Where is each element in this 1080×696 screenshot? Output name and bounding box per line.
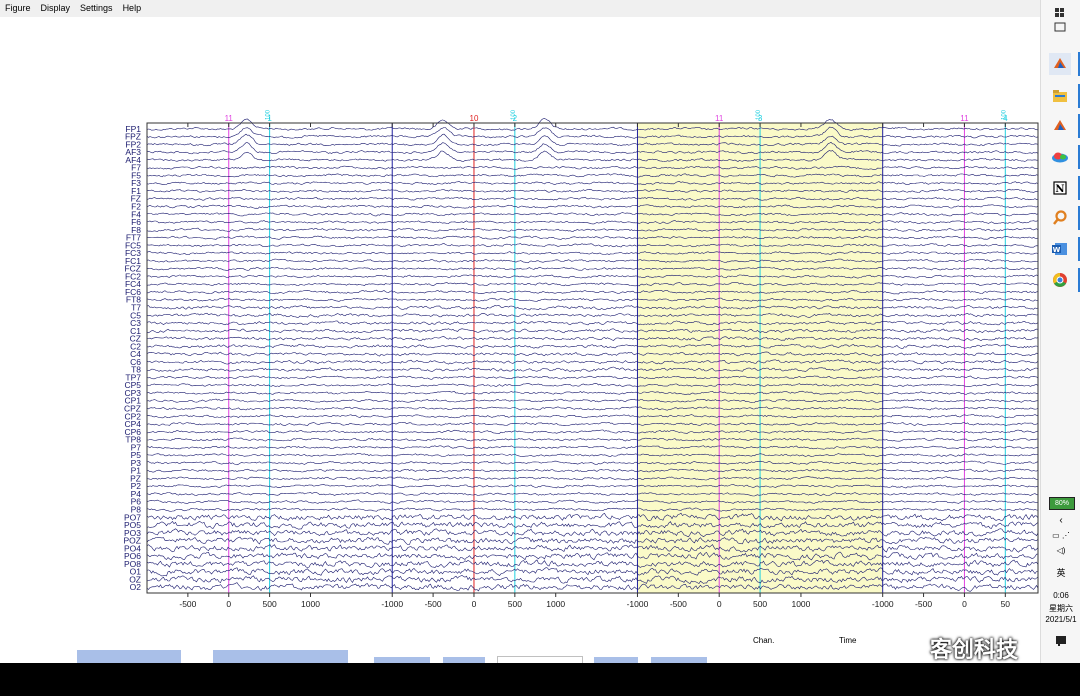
event-marker-label: 11 bbox=[715, 114, 724, 123]
eeg-plot-area[interactable]: 11 1 100 10 2 100 11 3 100 11 4 100 FP1 FPZ FP2 AF3 AF4 F… bbox=[0, 17, 1040, 650]
chan-label: Chan. bbox=[753, 636, 775, 645]
clock-time[interactable]: 0:06 bbox=[1041, 591, 1080, 600]
menu-settings[interactable]: Settings bbox=[75, 0, 118, 17]
menu-bar: Figure Display Settings Help bbox=[0, 0, 1040, 17]
chrome-icon[interactable] bbox=[1049, 269, 1071, 291]
chevron-left-icon[interactable]: ‹ bbox=[1041, 515, 1080, 526]
x-tick-label: 0 bbox=[472, 599, 477, 609]
plot-background bbox=[147, 123, 1038, 593]
volume-icon[interactable]: ◁) bbox=[1041, 546, 1080, 555]
watermark-text: 客创科技 bbox=[930, 638, 1019, 663]
x-tick-label: -1000 bbox=[872, 599, 894, 609]
windows-taskbar-vertical: N W 80% ‹ ▭ ⋰ ◁) 英 0:06 星期六 2021/5/1 bbox=[1040, 0, 1080, 663]
event-marker-tag: 100 bbox=[1001, 109, 1007, 120]
eeg-plot[interactable]: 11 1100 10 2100 11 3100 11 4100FP1FPZFP2AF3AF4F… bbox=[0, 17, 1040, 650]
x-tick-label: -1000 bbox=[381, 599, 403, 609]
channel-label: O2 bbox=[130, 582, 142, 592]
x-tick-label: -1000 bbox=[627, 599, 649, 609]
battery-indicator[interactable]: 80% bbox=[1049, 497, 1075, 510]
x-tick-label: -500 bbox=[670, 599, 687, 609]
time-label: Time bbox=[839, 636, 857, 645]
task-view-icon[interactable] bbox=[1049, 16, 1071, 38]
menu-help[interactable]: Help bbox=[118, 0, 147, 17]
x-tick-label: 0 bbox=[962, 599, 967, 609]
menu-display[interactable]: Display bbox=[36, 0, 76, 17]
svg-text:N: N bbox=[1055, 184, 1064, 195]
event-marker-tag: 100 bbox=[511, 109, 517, 120]
matlab-icon[interactable] bbox=[1049, 53, 1071, 75]
x-tick-label: 1000 bbox=[791, 599, 810, 609]
clock-date: 2021/5/1 bbox=[1045, 615, 1077, 624]
watermark: 客创科技 bbox=[896, 632, 1018, 664]
bottom-black-bar bbox=[0, 663, 1080, 696]
network-icon[interactable]: ▭ ⋰ bbox=[1041, 531, 1080, 540]
x-tick-label: 500 bbox=[753, 599, 767, 609]
matlab-icon-2[interactable] bbox=[1049, 115, 1071, 137]
x-tick-label: 500 bbox=[263, 599, 277, 609]
scroll-right-button[interactable] bbox=[213, 650, 348, 663]
x-tick-label: 1000 bbox=[546, 599, 565, 609]
x-tick-label: 0 bbox=[717, 599, 722, 609]
x-tick-label: 0 bbox=[226, 599, 231, 609]
event-marker-tag: 100 bbox=[266, 109, 272, 120]
x-tick-label: 500 bbox=[508, 599, 522, 609]
svg-text:W: W bbox=[1053, 246, 1061, 254]
clock-weekday: 星期六 bbox=[1049, 604, 1073, 613]
search-icon[interactable] bbox=[1049, 207, 1071, 229]
notification-icon[interactable] bbox=[1041, 636, 1080, 648]
x-tick-label: -500 bbox=[425, 599, 442, 609]
wechat-icon bbox=[896, 636, 924, 660]
event-marker-label: 10 bbox=[470, 114, 479, 123]
notion-icon[interactable]: N bbox=[1049, 177, 1071, 199]
cloud-app-icon[interactable] bbox=[1049, 146, 1071, 168]
x-tick-label: 1000 bbox=[301, 599, 320, 609]
event-marker-label: 11 bbox=[225, 114, 234, 123]
x-tick-label: 50 bbox=[1001, 599, 1011, 609]
ime-indicator[interactable]: 英 bbox=[1041, 566, 1080, 579]
word-icon[interactable]: W bbox=[1049, 238, 1071, 260]
menu-figure[interactable]: Figure bbox=[0, 0, 36, 17]
event-marker-tag: 100 bbox=[756, 109, 762, 120]
x-tick-label: -500 bbox=[179, 599, 196, 609]
file-explorer-icon[interactable] bbox=[1049, 85, 1071, 107]
event-marker-label: 11 bbox=[960, 114, 969, 123]
x-tick-label: -500 bbox=[915, 599, 932, 609]
scroll-left-button[interactable] bbox=[77, 650, 181, 663]
